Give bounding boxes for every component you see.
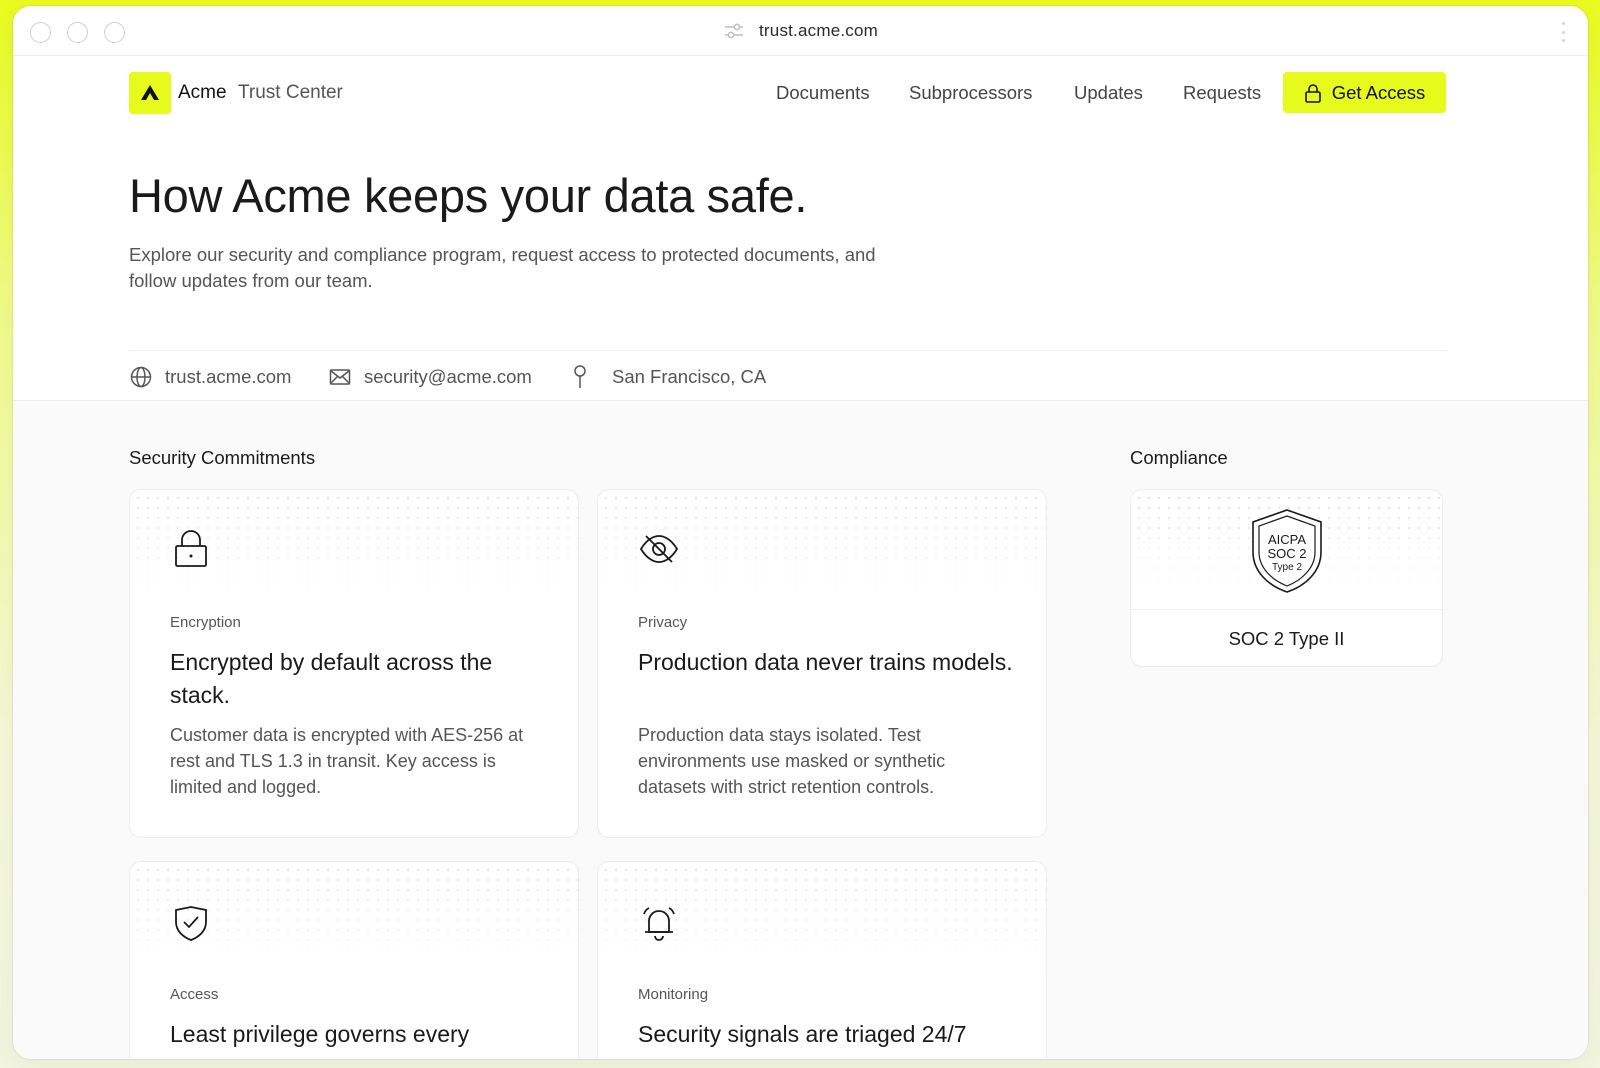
browser-window: trust.acme.com Acme Trust Center Documen… [13,6,1588,1059]
badge-aicpa-text: AICPA [1268,532,1306,547]
alarm-bell-icon [638,902,680,944]
nav-updates[interactable]: Updates [1074,82,1143,104]
page-title: How Acme keeps your data safe. [129,169,808,222]
commitment-card-privacy[interactable]: Privacy Production data never trains mod… [597,489,1047,838]
compliance-label: SOC 2 Type II [1228,628,1345,649]
commitment-card-encryption[interactable]: Encryption Encrypted by default across t… [129,489,579,838]
more-options-icon[interactable] [1560,22,1566,42]
get-access-button[interactable]: Get Access [1283,72,1446,113]
contact-website[interactable]: trust.acme.com [129,362,291,392]
contact-email[interactable]: security@acme.com [328,362,532,392]
contact-email-text[interactable]: security@acme.com [364,366,532,388]
acme-logo[interactable] [129,72,171,114]
card-body: Production data stays isolated. Test env… [638,725,946,797]
logo-arrow-icon [141,85,159,100]
card-body: Customer data is encrypted with AES-256 … [170,725,524,797]
card-category: Privacy [638,614,688,631]
shield-check-icon [170,902,212,944]
card-category: Monitoring [638,986,709,1003]
card-title: Production data never trains models. [638,649,1013,675]
main-content: Security Commitments Compliance Encrypti… [13,400,1588,1059]
mail-icon [329,369,351,385]
commitment-card-access[interactable]: Access Least privilege governs every [129,861,579,1059]
nav-subprocessors[interactable]: Subprocessors [909,82,1032,104]
brand-subtitle: Trust Center [238,82,343,103]
badge-type-text: Type 2 [1272,562,1302,573]
lock-icon [170,528,212,570]
contact-website-text[interactable]: trust.acme.com [165,366,291,388]
contact-location: San Francisco, CA [568,362,766,392]
map-pin-icon [574,365,586,388]
commitment-card-monitoring[interactable]: Monitoring Security signals are triaged … [597,861,1047,1059]
brand-name[interactable]: Acme [178,82,227,104]
card-title: Encrypted by default across the stack. [170,649,493,708]
nav-documents[interactable]: Documents [776,82,870,104]
card-title: Least privilege governs every [170,1021,470,1047]
url-text[interactable]: trust.acme.com [759,21,878,41]
security-commitments-heading: Security Commitments [129,447,316,468]
compliance-heading: Compliance [1130,447,1228,468]
contact-location-text: San Francisco, CA [612,366,767,387]
compliance-badge-area: AICPA SOC 2 Type 2 [1131,490,1442,610]
header-divider [129,350,1447,351]
globe-icon [130,366,152,388]
address-bar[interactable]: trust.acme.com [13,6,1588,56]
compliance-card-soc2[interactable]: AICPA SOC 2 Type 2 SOC 2 Type II [1130,489,1443,667]
page-header: Acme Trust Center Documents Subprocessor… [13,56,1588,400]
nav-requests[interactable]: Requests [1183,82,1261,104]
get-access-label: Get Access [1331,81,1426,103]
eye-off-icon [638,528,680,570]
badge-soc2-text: SOC 2 [1267,546,1306,561]
sliders-icon[interactable] [723,22,745,40]
card-title: Security signals are triaged 24/7 [638,1021,967,1047]
card-category: Access [170,986,219,1003]
soc2-badge-icon: AICPA SOC 2 Type 2 [1252,509,1322,593]
hero-description: Explore our security and compliance prog… [129,244,876,291]
browser-titlebar: trust.acme.com [13,6,1588,56]
lock-icon [1304,83,1321,103]
card-category: Encryption [170,614,241,631]
